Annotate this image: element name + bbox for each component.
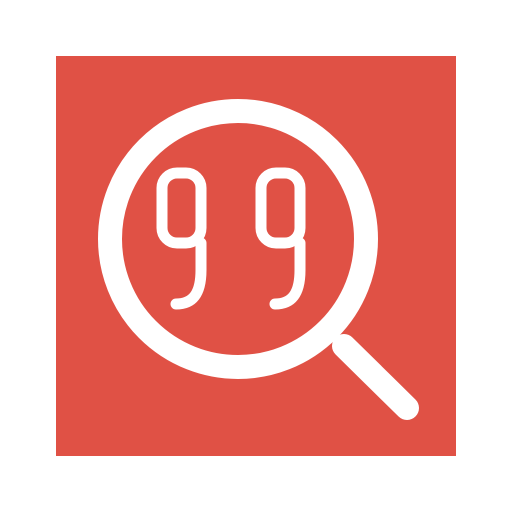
icon-canvas xyxy=(0,0,512,512)
app-icon-tile xyxy=(56,56,456,456)
quote-search-icon xyxy=(56,56,456,456)
